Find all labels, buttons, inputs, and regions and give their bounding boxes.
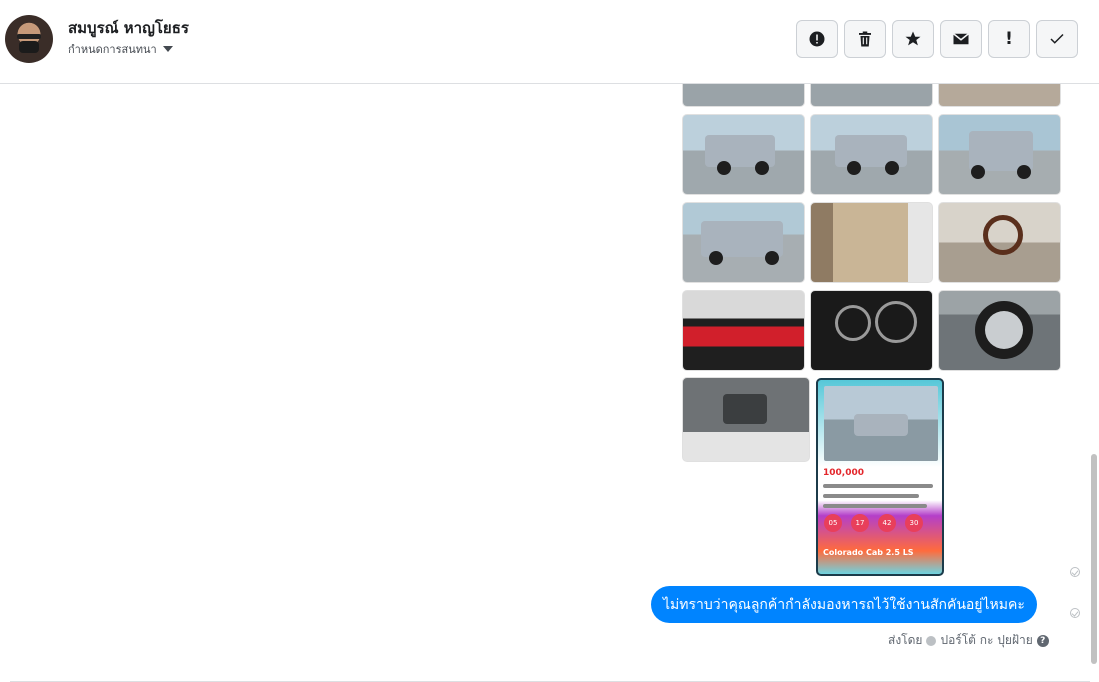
sent-by-label: ส่งโดย	[888, 633, 923, 647]
poster-text-line	[823, 504, 927, 508]
wheel-shape	[709, 251, 723, 265]
follow-up-button[interactable]: !	[988, 20, 1030, 58]
check-icon	[1050, 33, 1064, 44]
message-bubble[interactable]: ไม่ทราบว่าคุณลูกค้ากำลังมองหารถไว้ใช้งาน…	[651, 586, 1037, 623]
car-photo[interactable]	[938, 84, 1061, 107]
car-photo[interactable]	[938, 202, 1061, 283]
seen-check-icon	[1070, 567, 1080, 577]
poster-photo	[824, 386, 938, 461]
spam-icon	[809, 31, 825, 47]
car-photo[interactable]	[682, 202, 805, 283]
wheel-shape	[765, 251, 779, 265]
follow-up-icon: !	[1005, 29, 1013, 49]
action-toolbar: !	[796, 20, 1078, 58]
car-photo[interactable]	[810, 290, 933, 371]
gauge-shape	[835, 305, 871, 341]
poster-circle: 05	[824, 514, 842, 532]
trash-icon	[859, 31, 871, 47]
avatar[interactable]	[5, 15, 53, 63]
gauge-shape	[875, 301, 917, 343]
sale-poster[interactable]: 100,000 05 17 42 30 Colorado Cab 2.5 LS	[816, 378, 944, 576]
wheel-shape	[847, 161, 861, 175]
star-button[interactable]	[892, 20, 934, 58]
contact-name[interactable]: สมบูรณ์ หาญโยธร	[68, 16, 189, 40]
sender-name: ปอร์โต้ กะ ปุยฝ้าย	[940, 633, 1033, 647]
avatar-mask	[19, 41, 39, 53]
mark-unread-button[interactable]	[940, 20, 982, 58]
envelope-icon	[953, 33, 969, 45]
sent-by-line: ส่งโดย ปอร์โต้ กะ ปุยฝ้าย ?	[888, 631, 1049, 650]
car-photo[interactable]	[682, 377, 810, 462]
wheel-shape	[1017, 165, 1031, 179]
caret-down-icon	[162, 46, 173, 52]
car-photo[interactable]	[810, 114, 933, 195]
car-photo[interactable]	[810, 84, 933, 107]
wheel-shape	[885, 161, 899, 175]
poster-text-line	[823, 484, 933, 488]
car-photo[interactable]	[938, 290, 1061, 371]
message-thread[interactable]: 100,000 05 17 42 30 Colorado Cab 2.5 LS …	[0, 84, 1099, 680]
star-icon	[905, 31, 921, 46]
wheel-shape	[717, 161, 731, 175]
car-photo[interactable]	[682, 290, 805, 371]
wheel-shape	[971, 165, 985, 179]
wheel-shape	[755, 161, 769, 175]
conversation-header: สมบูรณ์ หาญโยธร กำหนดการสนทนา !	[0, 0, 1099, 84]
help-icon[interactable]: ?	[1036, 634, 1049, 647]
verified-icon	[926, 635, 937, 646]
poster-circle: 42	[878, 514, 896, 532]
poster-price: 100,000	[823, 468, 864, 478]
seen-check-icon	[1070, 608, 1080, 618]
poster-circles: 05 17 42 30	[824, 514, 923, 532]
poster-circle: 17	[851, 514, 869, 532]
scrollbar-thumb[interactable]	[1091, 454, 1097, 664]
car-photo[interactable]	[938, 114, 1061, 195]
rim-shape	[985, 311, 1023, 349]
avatar-glasses	[17, 34, 41, 39]
mark-spam-button[interactable]	[796, 20, 838, 58]
truck-shape	[854, 414, 908, 436]
poster-circle: 30	[905, 514, 923, 532]
car-photo[interactable]	[682, 84, 805, 107]
car-photo[interactable]	[810, 202, 933, 283]
steering-wheel-shape	[983, 215, 1023, 255]
assign-conversation-dropdown[interactable]: กำหนดการสนทนา	[68, 40, 173, 58]
engine-shape	[723, 394, 767, 424]
poster-text-line	[823, 494, 919, 498]
mark-done-button[interactable]	[1036, 20, 1078, 58]
car-photo[interactable]	[682, 114, 805, 195]
assign-label: กำหนดการสนทนา	[68, 43, 157, 56]
delete-button[interactable]	[844, 20, 886, 58]
poster-model: Colorado Cab 2.5 LS	[823, 548, 914, 557]
